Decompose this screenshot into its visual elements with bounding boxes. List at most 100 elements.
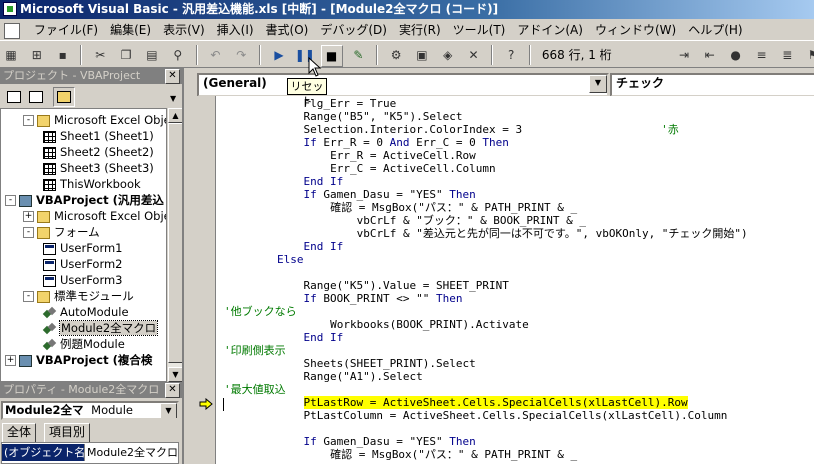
tree-item[interactable]: Sheet3 (Sheet3) [41,160,154,176]
collapse-icon[interactable]: - [5,195,16,206]
code-line[interactable]: If Gamen_Dasu = "YES" Then [304,188,476,201]
tree-item[interactable]: ThisWorkbook [41,176,141,192]
menu-item-0[interactable]: ファイル(F) [28,19,104,41]
view-code-button[interactable] [3,87,25,107]
indent-icon[interactable]: ⇥ [674,45,694,65]
tree-item[interactable]: - 標準モジュール [23,288,134,304]
menu-item-4[interactable]: 書式(O) [260,19,315,41]
design-mode-icon[interactable]: ✎ [348,45,368,65]
scroll-thumb[interactable] [168,123,183,363]
properties-icon[interactable]: ▣ [412,45,432,65]
code-line[interactable]: Err_C = ActiveCell.Column [330,162,496,175]
menu-item-9[interactable]: ウィンドウ(W) [589,19,682,41]
panel-menu-arrow-icon[interactable]: ▼ [170,94,176,103]
chevron-down-icon[interactable]: ▼ [589,75,607,93]
tree-item[interactable]: UserForm2 [41,256,123,272]
code-line[interactable]: If BOOK_PRINT <> "" Then [304,292,463,305]
toolbox-icon[interactable]: ✕ [464,45,484,65]
code-line[interactable]: Range("K5").Value = SHEET_PRINT [304,279,509,292]
property-value[interactable]: Module2全マクロ [84,444,182,461]
menu-item-6[interactable]: 実行(R) [393,19,447,41]
expand-icon[interactable]: + [23,211,34,222]
code-line[interactable]: PtLastRow = ActiveSheet.Cells.SpecialCel… [303,396,688,409]
toggle-breakpoint-icon[interactable]: ● [726,45,746,65]
code-line[interactable]: vbCrLf & "ブック：" & BOOK_PRINT & _ [357,214,586,227]
collapse-icon[interactable]: - [23,115,34,126]
code-line[interactable]: Range("B5", "K5").Select [304,110,463,123]
project-explorer-icon[interactable]: ⚙ [386,45,406,65]
undo-icon[interactable]: ↶ [205,45,225,65]
menu-item-8[interactable]: アドイン(A) [511,19,589,41]
code-line[interactable]: Flg_Err = True [304,97,397,110]
save-icon[interactable]: ▪ [53,45,73,65]
insert-module-icon[interactable]: ⊞ [27,45,47,65]
close-icon[interactable]: ✕ [165,69,180,84]
tree-item[interactable]: AutoModule [41,304,129,320]
code-line[interactable]: 確認 = MsgBox("パス：" & PATH_PRINT & _ [330,201,577,214]
code-line[interactable]: vbCrLf & "差込元と先が同一は不可です。", vbOKOnly, "チェ… [357,227,748,240]
code-line[interactable]: End If [304,331,344,344]
object-combo[interactable]: (General) ▼ [197,73,609,97]
reset-icon[interactable]: ■ [320,45,343,67]
menu-item-3[interactable]: 挿入(I) [211,19,260,41]
code-line[interactable]: If Err_R = 0 And Err_C = 0 Then [304,136,509,149]
tree-item[interactable]: - Microsoft Excel Obje [23,112,166,128]
tree-item[interactable]: UserForm3 [41,272,123,288]
code-line[interactable]: Err_R = ActiveCell.Row [330,149,476,162]
code-editor[interactable]: Flg_Err = True Range("B5", "K5").Select Se… [216,96,814,464]
tree-item[interactable]: + VBAProject (複合検 [5,352,152,368]
code-line[interactable]: 確認 = MsgBox("パス：" & PATH_PRINT & _ [330,448,577,461]
tab-alphabetic[interactable]: 全体 [2,423,37,443]
menu-item-2[interactable]: 表示(V) [157,19,211,41]
tree-item[interactable]: + Microsoft Excel Obje [23,208,166,224]
property-name[interactable]: (オブジェクト名) [2,444,85,461]
tree-item[interactable]: - フォーム [23,224,100,240]
code-line[interactable]: Workbooks(BOOK_PRINT).Activate [330,318,529,331]
code-line[interactable]: Range("A1").Select [304,370,423,383]
code-line[interactable]: Sheets(SHEET_PRINT).Select [304,357,476,370]
comment-block-icon[interactable]: ≡ [751,45,771,65]
tree-item[interactable]: Module2全マクロ [41,320,159,336]
redo-icon[interactable]: ↷ [231,45,251,65]
view-object-button[interactable] [25,87,47,107]
object-selector[interactable]: Module2全マ Module ▼ [1,401,179,420]
run-icon[interactable]: ▶ [269,45,289,65]
code-line[interactable]: End If [304,240,344,253]
toggle-folders-button[interactable] [53,87,75,107]
bookmark-icon[interactable]: ⚑ [803,45,814,65]
code-line[interactable]: End If [304,175,344,188]
copy-icon[interactable]: ❐ [116,45,136,65]
expand-icon[interactable]: + [5,355,16,366]
menu-item-1[interactable]: 編集(E) [104,19,157,41]
collapse-icon[interactable]: - [23,291,34,302]
paste-icon[interactable]: ▤ [142,45,162,65]
tab-categorized[interactable]: 項目別 [44,423,91,443]
object-browser-icon[interactable]: ◈ [438,45,458,65]
uncomment-block-icon[interactable]: ≣ [777,45,797,65]
code-line[interactable]: '最大値取込 [224,383,286,396]
code-line[interactable]: '他ブックなら [224,305,297,318]
code-line[interactable]: '印刷側表示 [224,344,286,357]
tree-item[interactable]: Sheet2 (Sheet2) [41,144,154,160]
code-line[interactable]: Else [277,253,304,266]
menu-item-5[interactable]: デバッグ(D) [314,19,393,41]
code-line[interactable]: PtLastColumn = ActiveSheet.Cells.Special… [304,409,728,422]
close-icon[interactable]: ✕ [165,383,180,398]
scroll-down-icon[interactable]: ▼ [168,367,183,382]
code-line[interactable]: Selection.Interior.ColorIndex = 3 '赤 [304,123,679,136]
tree-item[interactable]: UserForm1 [41,240,123,256]
outdent-icon[interactable]: ⇤ [700,45,720,65]
procedure-combo[interactable]: チェック [610,73,814,97]
code-line[interactable]: If Gamen_Dasu = "YES" Then [304,435,476,448]
vba-app-icon[interactable] [3,2,17,16]
tree-item[interactable]: - VBAProject (汎用差込 [5,192,164,208]
find-icon[interactable]: ⚲ [168,45,188,65]
tree-item[interactable]: Sheet1 (Sheet1) [41,128,154,144]
project-tree-scrollbar[interactable]: ▲ ▼ [167,108,183,382]
tree-item[interactable]: 例題Module [41,336,125,352]
document-icon[interactable] [4,22,20,39]
menu-item-7[interactable]: ツール(T) [447,19,512,41]
chevron-down-icon[interactable]: ▼ [160,403,177,418]
cut-icon[interactable]: ✂ [90,45,110,65]
menu-item-10[interactable]: ヘルプ(H) [682,19,748,41]
